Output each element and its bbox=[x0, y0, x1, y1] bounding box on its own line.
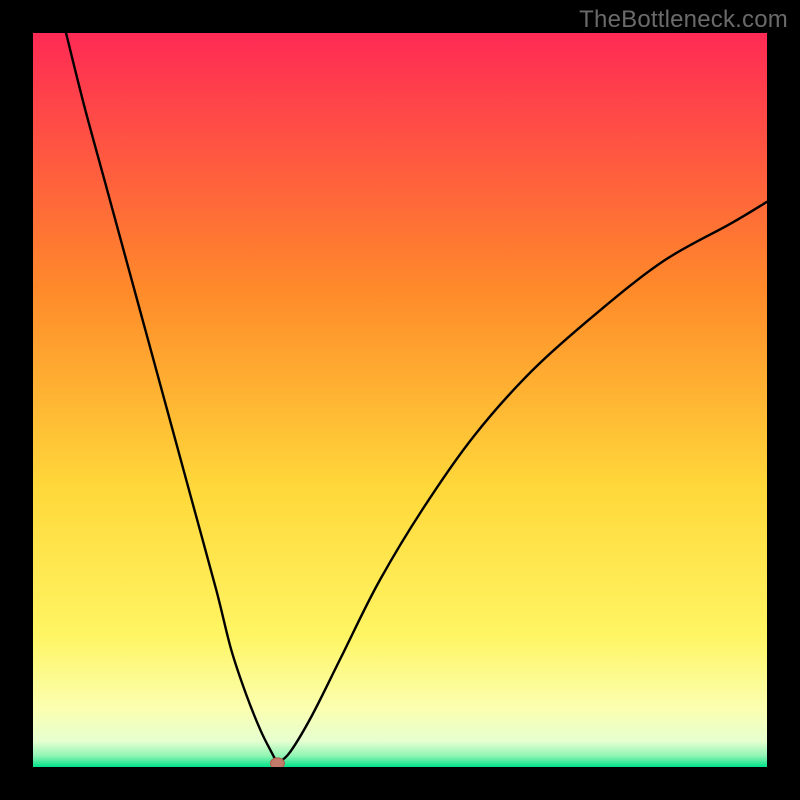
plot-area bbox=[33, 33, 767, 767]
chart-svg bbox=[33, 33, 767, 767]
optimum-dot bbox=[270, 758, 284, 767]
gradient-background bbox=[33, 33, 767, 767]
chart-frame: TheBottleneck.com bbox=[0, 0, 800, 800]
watermark-text: TheBottleneck.com bbox=[579, 6, 788, 34]
